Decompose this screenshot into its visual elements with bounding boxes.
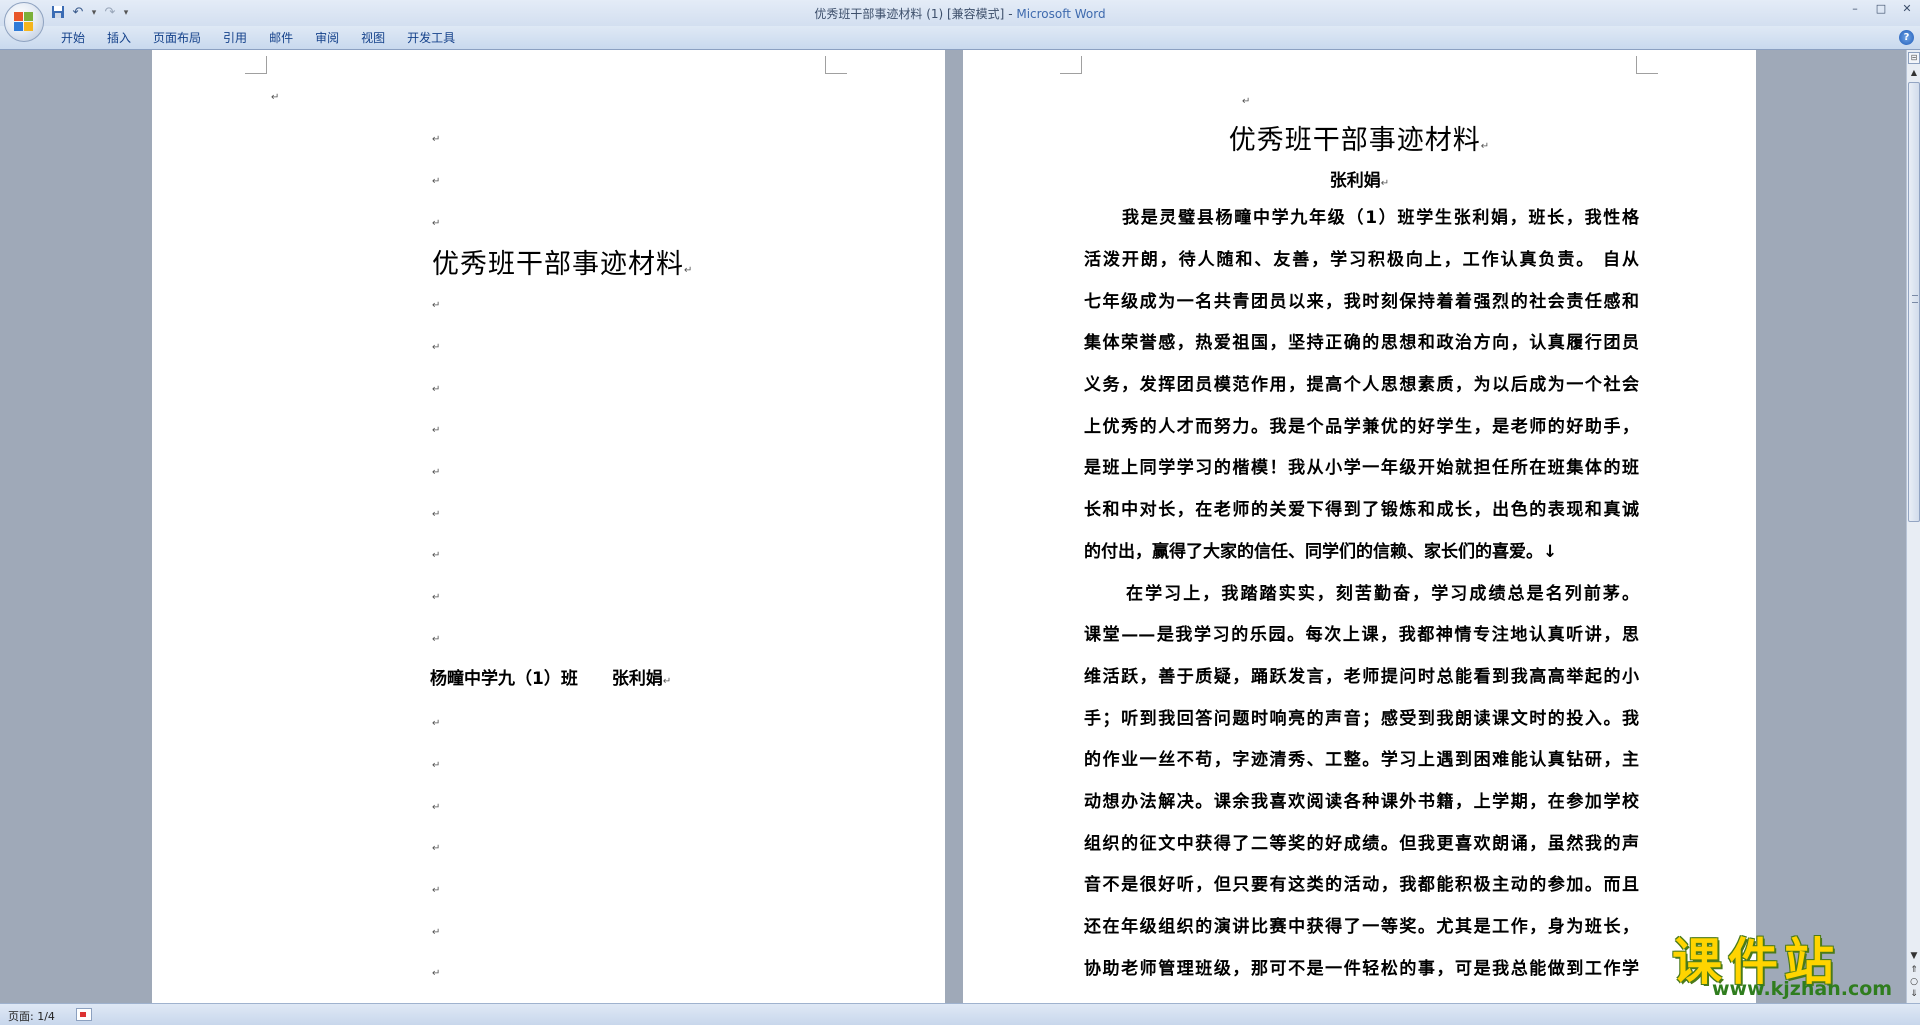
window-controls: – □ ✕ [1842,0,1920,18]
body-line: 我是灵璧县杨疃中学九年级（1）班学生张利娟，班长，我性格 [1122,208,1639,228]
tab-mailings[interactable]: 邮件 [258,29,304,47]
body-line: 集体荣誉感，热爱祖国，坚持正确的思想和政治方向，认真履行团员 [1084,333,1639,353]
document-name: 优秀班干部事迹材料 (1) [兼容模式] [814,7,1005,21]
tab-insert[interactable]: 插入 [96,29,142,47]
paragraph-mark: ↵ [432,550,441,561]
paragraph-mark: ↵ [432,718,441,729]
paragraph-mark: ↵ [432,509,441,520]
body-line: 在学习上，我踏踏实实，刻苦勤奋，学习成绩总是名列前茅。 [1126,584,1639,604]
body-line: 协助老师管理班级，那可不是一件轻松的事，可是我总能做到工作学 [1084,959,1639,979]
office-logo-icon [14,12,34,32]
app-name: Microsoft Word [1016,7,1106,21]
paragraph-mark: ↵ [1480,141,1491,152]
scroll-grip-icon [1912,295,1918,303]
ribbon-tabs: 开始 插入 页面布局 引用 邮件 审阅 视图 开发工具 [50,29,466,47]
article-author-text: 张利娟 [1329,171,1381,191]
paragraph-mark: ↵ [662,676,672,687]
body-line: 还在年级组织的演讲比赛中获得了一等奖。尤其是工作，身为班长， [1084,917,1639,937]
status-bar: 页面: 1/4 [0,1003,1920,1025]
cover-byline-text: 杨疃中学九（1）班 张利娟 [430,669,663,689]
body-line: 七年级成为一名共青团员以来，我时刻保持着着强烈的社会责任感和 [1084,292,1639,312]
body-line: 的作业一丝不苟，字迹清秀、工整。学习上遇到困难能认真钻研，主 [1084,750,1639,770]
article-title-text: 优秀班干部事迹材料 [1228,125,1481,156]
window-title: 优秀班干部事迹材料 (1) [兼容模式] - Microsoft Word [0,5,1920,22]
vertical-scrollbar[interactable]: ⊟ ▲ ▼ ⇑ ○ ⇓ [1906,50,1920,1003]
document-area: ↵ ↵ ↵ ↵ 优秀班干部事迹材料↵ ↵ ↵ ↵ ↵ ↵ ↵ ↵ ↵ ↵ 杨疃中… [0,50,1906,1003]
cover-title-text: 优秀班干部事迹材料 [432,249,684,280]
view-ruler-icon[interactable]: ⊟ [1908,52,1920,64]
margin-corner-top-left [1060,56,1082,74]
tab-references[interactable]: 引用 [212,29,258,47]
margin-corner-top-left [245,56,267,74]
body-line: 手；听到我回答问题时响亮的声音；感受到我朗读课文时的投入。我 [1084,709,1639,729]
tab-review[interactable]: 审阅 [304,29,350,47]
paragraph-mark: ↵ [271,92,280,103]
paragraph-mark: ↵ [432,634,441,645]
page-2[interactable]: ↵ 优秀班干部事迹材料↵ 张利娟↵ 我是灵璧县杨疃中学九年级（1）班学生张利娟，… [963,50,1756,1003]
paragraph-mark: ↵ [432,968,441,979]
paragraph-mark: ↵ [432,300,441,311]
paragraph-mark: ↵ [432,802,441,813]
body-line: 上优秀的人才而努力。我是个品学兼优的好学生，是老师的好助手， [1084,417,1639,437]
body-line: 音不是很好听，但只要有这类的活动，我都能积极主动的参加。而且 [1084,875,1639,895]
close-icon[interactable]: ✕ [1894,0,1920,18]
paragraph-mark: ↵ [432,885,441,896]
title-bar: ↶ ▾ ↷ ▾ 优秀班干部事迹材料 (1) [兼容模式] - Microsoft… [0,0,1920,42]
next-page-icon[interactable]: ⇓ [1908,988,1920,1000]
scroll-down-icon[interactable]: ▼ [1908,950,1920,962]
body-line: 动想办法解决。课余我喜欢阅读各种课外书籍，上学期，在参加学校 [1084,792,1639,812]
office-button[interactable] [4,2,44,42]
cover-title: 优秀班干部事迹材料↵ [432,242,693,281]
page-count[interactable]: 页面: 1/4 [8,1008,55,1024]
article-author: 张利娟↵ [963,166,1756,191]
paragraph-mark: ↵ [684,265,694,276]
body-line: 维活跃，善于质疑，踊跃发言，老师提问时总能看到我高高举起的小 [1084,667,1639,687]
site-watermark: 课件站 www.kjzhan.com [1672,922,1904,1002]
select-browse-object-icon[interactable]: ○ [1908,976,1920,988]
title-separator: - [1004,7,1017,21]
tab-page-layout[interactable]: 页面布局 [142,29,212,47]
tab-home[interactable]: 开始 [50,29,96,47]
margin-corner-top-right [1636,56,1658,74]
paragraph-mark: ↵ [432,927,441,938]
body-line: 是班上同学学习的楷模！我从小学一年级开始就担任所在班集体的班 [1084,458,1639,478]
paragraph-mark: ↵ [432,592,441,603]
body-line: 组织的征文中获得了二等奖的好成绩。但我更喜欢朗诵，虽然我的声 [1084,834,1639,854]
previous-page-icon[interactable]: ⇑ [1908,964,1920,976]
paragraph-mark: ↵ [432,760,441,771]
body-line: 活泼开朗，待人随和、友善，学习积极向上，工作认真负责。 自从 [1084,250,1639,270]
paragraph-mark: ↵ [432,218,441,229]
ribbon: 开始 插入 页面布局 引用 邮件 审阅 视图 开发工具 ? [0,26,1920,50]
body-line: 长和中对长，在老师的关爱下得到了锻炼和成长，出色的表现和真诚 [1084,500,1639,520]
scroll-up-icon[interactable]: ▲ [1908,66,1920,80]
maximize-icon[interactable]: □ [1868,0,1894,18]
minimize-icon[interactable]: – [1842,0,1868,18]
proofing-status-icon[interactable] [76,1008,92,1021]
scroll-thumb[interactable] [1908,82,1920,522]
body-line: 义务，发挥团员模范作用，提高个人思想素质，为以后成为一个社会 [1084,375,1639,395]
page-1[interactable]: ↵ ↵ ↵ ↵ 优秀班干部事迹材料↵ ↵ ↵ ↵ ↵ ↵ ↵ ↵ ↵ ↵ 杨疃中… [152,50,945,1003]
body-line: 课堂——是我学习的乐园。每次上课，我都神情专注地认真听讲，思 [1084,625,1639,645]
tab-developer[interactable]: 开发工具 [396,29,466,47]
paragraph-mark: ↵ [432,467,441,478]
paragraph-mark: ↵ [432,843,441,854]
cover-byline: 杨疃中学九（1）班 张利娟↵ [430,664,671,689]
paragraph-mark: ↵ [432,176,441,187]
article-title: 优秀班干部事迹材料↵ [963,118,1756,157]
paragraph-mark: ↵ [1380,178,1390,189]
body-line: 的付出，赢得了大家的信任、同学们的信赖、家长们的喜爱。↓ [1084,542,1558,562]
paragraph-mark: ↵ [432,342,441,353]
tab-view[interactable]: 视图 [350,29,396,47]
help-icon[interactable]: ? [1899,30,1914,45]
paragraph-mark: ↵ [1242,96,1251,107]
watermark-url: www.kjzhan.com [1712,978,1893,1000]
paragraph-mark: ↵ [432,134,441,145]
paragraph-mark: ↵ [432,384,441,395]
margin-corner-top-right [825,56,847,74]
paragraph-mark: ↵ [432,425,441,436]
